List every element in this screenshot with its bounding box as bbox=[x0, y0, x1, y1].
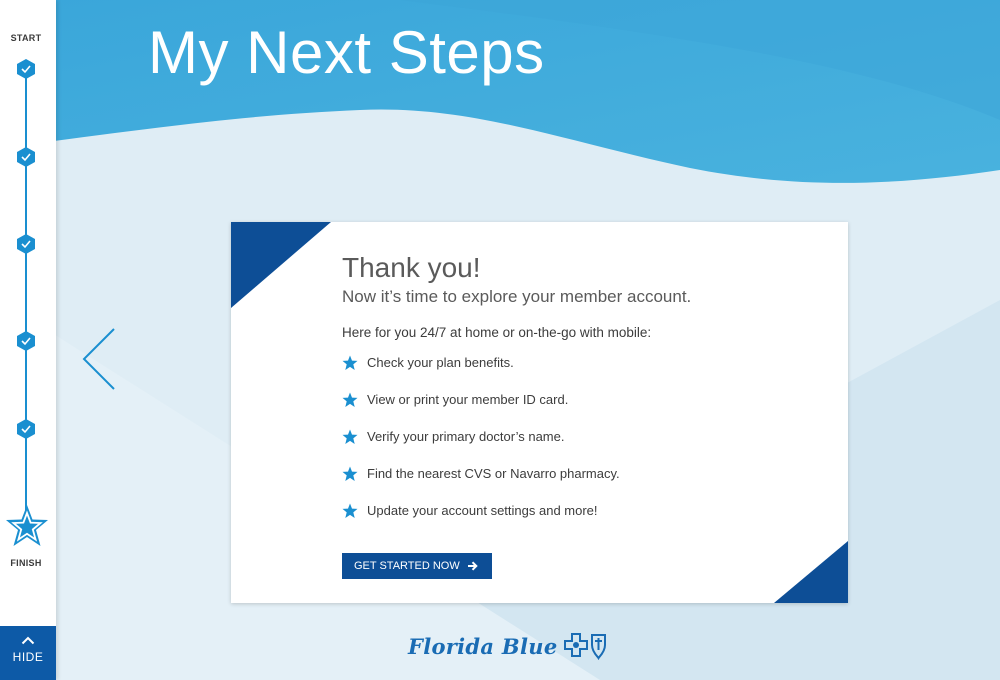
star-bullet-icon bbox=[342, 429, 358, 444]
brand-name: Florida Blue bbox=[408, 633, 558, 659]
card-heading: Thank you! bbox=[342, 252, 481, 283]
finish-label: FINISH bbox=[10, 558, 42, 568]
step-4-check-icon[interactable] bbox=[15, 330, 37, 352]
progress-rail bbox=[25, 62, 27, 522]
star-bullet-icon bbox=[342, 466, 358, 481]
list-item: Update your account settings and more! bbox=[342, 502, 822, 539]
list-item-text: Update your account settings and more! bbox=[367, 503, 598, 518]
page-title: My Next Steps bbox=[148, 19, 545, 86]
cross-shield-icon bbox=[563, 633, 606, 660]
card-content: Thank you! Now it’s time to explore your… bbox=[342, 252, 822, 539]
hide-label: HIDE bbox=[12, 650, 44, 664]
hide-sidebar-button[interactable]: HIDE bbox=[0, 626, 56, 680]
get-started-button[interactable]: GET STARTED NOW bbox=[342, 553, 492, 579]
arrow-right-icon bbox=[467, 561, 478, 571]
list-item-text: Find the nearest CVS or Navarro pharmacy… bbox=[367, 466, 620, 481]
list-item: View or print your member ID card. bbox=[342, 391, 822, 428]
florida-blue-logo: Florida Blue bbox=[408, 630, 608, 662]
step-2-check-icon[interactable] bbox=[15, 146, 37, 168]
list-item-text: Check your plan benefits. bbox=[367, 355, 514, 370]
card-corner-decoration bbox=[231, 222, 331, 308]
previous-arrow-icon[interactable] bbox=[80, 326, 118, 392]
list-item: Check your plan benefits. bbox=[342, 354, 822, 391]
list-item-text: Verify your primary doctor’s name. bbox=[367, 429, 565, 444]
chevron-up-icon bbox=[21, 636, 35, 645]
finish-star-icon[interactable] bbox=[4, 504, 50, 548]
star-bullet-icon bbox=[342, 503, 358, 518]
list-item: Find the nearest CVS or Navarro pharmacy… bbox=[342, 465, 822, 502]
card-subheading: Now it’s time to explore your member acc… bbox=[342, 287, 692, 306]
card-corner-decoration bbox=[774, 541, 848, 603]
get-started-label: GET STARTED NOW bbox=[354, 560, 460, 572]
card-intro: Here for you 24/7 at home or on-the-go w… bbox=[342, 325, 652, 340]
benefits-list: Check your plan benefits. View or print … bbox=[342, 354, 822, 539]
step-5-check-icon[interactable] bbox=[15, 418, 37, 440]
thank-you-card: Thank you! Now it’s time to explore your… bbox=[231, 222, 848, 603]
star-bullet-icon bbox=[342, 392, 358, 407]
star-bullet-icon bbox=[342, 355, 358, 370]
step-1-check-icon[interactable] bbox=[15, 58, 37, 80]
start-label: START bbox=[10, 33, 42, 43]
progress-sidebar: START FINISH HIDE bbox=[0, 0, 56, 680]
list-item: Verify your primary doctor’s name. bbox=[342, 428, 822, 465]
step-3-check-icon[interactable] bbox=[15, 233, 37, 255]
list-item-text: View or print your member ID card. bbox=[367, 392, 569, 407]
